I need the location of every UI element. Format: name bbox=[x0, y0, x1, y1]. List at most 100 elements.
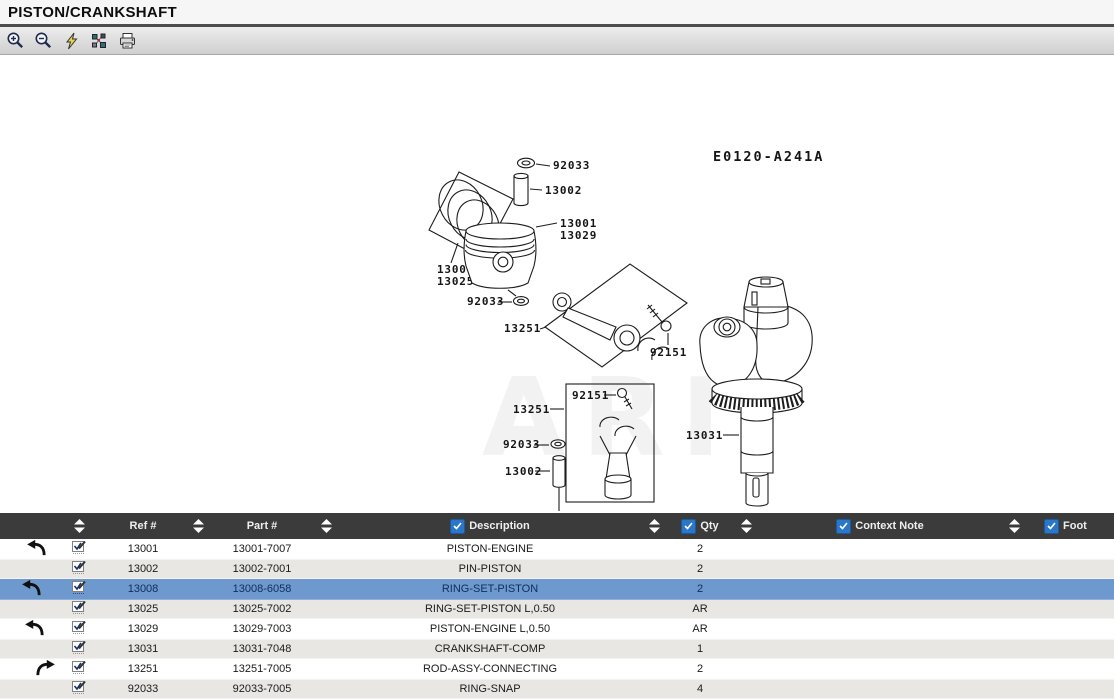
image-links-button[interactable] bbox=[87, 30, 111, 52]
cell-description: RING-SET-PISTON bbox=[340, 579, 640, 600]
header-part-sort[interactable] bbox=[312, 513, 340, 539]
cell-qty: 2 bbox=[668, 560, 732, 579]
label-piston-pin-top[interactable]: 13002 bbox=[545, 184, 582, 197]
cell-description: PISTON-ENGINE L,0.50 bbox=[340, 619, 640, 640]
page-title: PISTON/CRANKSHAFT bbox=[8, 4, 177, 21]
cell-description: PIN-PISTON bbox=[340, 560, 640, 579]
cell-qty: AR bbox=[668, 600, 732, 619]
header-qty: Qty bbox=[668, 513, 732, 539]
zoom-out-button[interactable] bbox=[31, 30, 55, 52]
label-crankshaft[interactable]: 13031 bbox=[686, 429, 723, 442]
header-context-sort[interactable] bbox=[1000, 513, 1028, 539]
cell-ref: 13031 bbox=[102, 640, 184, 659]
footnote-column-checkbox[interactable] bbox=[1044, 519, 1059, 534]
select-part-checkbox-icon[interactable] bbox=[71, 600, 87, 618]
label-snap-ring-mid[interactable]: 92033 bbox=[467, 295, 504, 308]
select-part-checkbox-icon[interactable] bbox=[71, 560, 87, 578]
header-select-col-sort[interactable] bbox=[56, 513, 102, 539]
back-arrow-icon[interactable] bbox=[21, 579, 43, 599]
cell-part: 13001-7007 bbox=[212, 539, 312, 560]
header-part: Part # bbox=[212, 513, 312, 539]
cell-part: 13002-7001 bbox=[212, 560, 312, 579]
context-note-column-checkbox[interactable] bbox=[836, 519, 851, 534]
qty-column-checkbox[interactable] bbox=[681, 519, 696, 534]
sort-icon bbox=[1009, 519, 1020, 533]
table-row[interactable]: 13025 13025-7002 RING-SET-PISTON L,0.50 … bbox=[0, 600, 1114, 619]
cell-ref: 92033 bbox=[102, 680, 184, 699]
cell-footnote bbox=[1028, 680, 1114, 699]
cell-part: 13025-7002 bbox=[212, 600, 312, 619]
cell-qty: 2 bbox=[668, 539, 732, 560]
exploded-view-drawing: ARI E0120-A241A 92033 13002 13008 13025 … bbox=[0, 55, 1114, 513]
cell-ref: 13029 bbox=[102, 619, 184, 640]
rod-bolt-part bbox=[647, 305, 671, 345]
cell-ref: 13251 bbox=[102, 659, 184, 680]
cell-part: 13008-6058 bbox=[212, 579, 312, 600]
cell-description: PISTON-ENGINE bbox=[340, 539, 640, 560]
cell-description: ROD-ASSY-CONNECTING bbox=[340, 659, 640, 680]
select-part-checkbox-icon[interactable] bbox=[71, 680, 87, 698]
sort-icon bbox=[74, 519, 85, 533]
cell-description: RING-SNAP bbox=[340, 680, 640, 699]
zoom-in-button[interactable] bbox=[3, 30, 27, 52]
table-row[interactable]: 13001 13001-7007 PISTON-ENGINE 2 bbox=[0, 539, 1114, 560]
piston-part bbox=[464, 223, 557, 296]
cell-context-note bbox=[760, 640, 1000, 659]
select-part-checkbox-icon[interactable] bbox=[71, 660, 87, 678]
back-arrow-icon[interactable] bbox=[24, 619, 46, 639]
cell-qty: 1 bbox=[668, 640, 732, 659]
cell-footnote bbox=[1028, 619, 1114, 640]
cell-qty: 2 bbox=[668, 579, 732, 600]
forward-arrow-icon[interactable] bbox=[34, 659, 56, 679]
label-snap-ring-top[interactable]: 92033 bbox=[553, 159, 590, 172]
header-footnote: Foot bbox=[1028, 513, 1114, 539]
cell-qty: 4 bbox=[668, 680, 732, 699]
label-conn-rod[interactable]: 13251 bbox=[504, 322, 541, 335]
check-icon bbox=[1047, 522, 1056, 530]
cell-qty: AR bbox=[668, 619, 732, 640]
cell-ref: 13025 bbox=[102, 600, 184, 619]
table-row[interactable]: 13029 13029-7003 PISTON-ENGINE L,0.50 AR bbox=[0, 619, 1114, 640]
page-header: PISTON/CRANKSHAFT bbox=[0, 0, 1114, 24]
table-row-selected[interactable]: 13008 13008-6058 RING-SET-PISTON 2 bbox=[0, 579, 1114, 600]
check-icon bbox=[453, 522, 462, 530]
label-piston-pin-2[interactable]: 13002 bbox=[505, 465, 542, 478]
label-rod-bolt-2[interactable]: 92151 bbox=[572, 389, 609, 402]
label-ring-set-oversize[interactable]: 13025 bbox=[437, 275, 474, 288]
sort-icon bbox=[649, 519, 660, 533]
select-part-checkbox-icon[interactable] bbox=[71, 540, 87, 558]
print-button[interactable] bbox=[115, 30, 139, 52]
table-row[interactable]: 13002 13002-7001 PIN-PISTON 2 bbox=[0, 560, 1114, 579]
label-conn-rod-2[interactable]: 13251 bbox=[513, 403, 550, 416]
back-arrow-icon[interactable] bbox=[26, 539, 48, 559]
piston-pin-top-part bbox=[514, 173, 542, 205]
hotspots-button[interactable] bbox=[59, 30, 83, 52]
select-part-checkbox-icon[interactable] bbox=[71, 620, 87, 638]
sort-icon bbox=[321, 519, 332, 533]
label-rod-bolt[interactable]: 92151 bbox=[650, 346, 687, 359]
cell-qty: 2 bbox=[668, 659, 732, 680]
header-ref-sort[interactable] bbox=[184, 513, 212, 539]
header-description-sort[interactable] bbox=[640, 513, 668, 539]
image-map-icon bbox=[90, 32, 108, 50]
table-row[interactable]: 13251 13251-7005 ROD-ASSY-CONNECTING 2 bbox=[0, 659, 1114, 680]
check-icon bbox=[839, 522, 848, 530]
label-piston-oversize[interactable]: 13029 bbox=[560, 229, 597, 242]
diagram-code: E0120-A241A bbox=[713, 149, 824, 165]
cell-footnote bbox=[1028, 539, 1114, 560]
header-ref: Ref # bbox=[102, 513, 184, 539]
label-snap-ring-2[interactable]: 92033 bbox=[503, 438, 540, 451]
select-part-checkbox-icon[interactable] bbox=[71, 580, 87, 598]
table-row[interactable]: 13031 13031-7048 CRANKSHAFT-COMP 1 bbox=[0, 640, 1114, 659]
header-qty-sort[interactable] bbox=[732, 513, 760, 539]
check-icon bbox=[684, 522, 693, 530]
lightning-icon bbox=[63, 32, 80, 50]
header-context-note: Context Note bbox=[760, 513, 1000, 539]
header-arrow-col bbox=[0, 513, 56, 539]
zoom-out-icon bbox=[34, 31, 53, 50]
cell-footnote bbox=[1028, 659, 1114, 680]
select-part-checkbox-icon[interactable] bbox=[71, 640, 87, 658]
description-column-checkbox[interactable] bbox=[450, 519, 465, 534]
table-row[interactable]: 92033 92033-7005 RING-SNAP 4 bbox=[0, 680, 1114, 699]
cell-context-note bbox=[760, 560, 1000, 579]
